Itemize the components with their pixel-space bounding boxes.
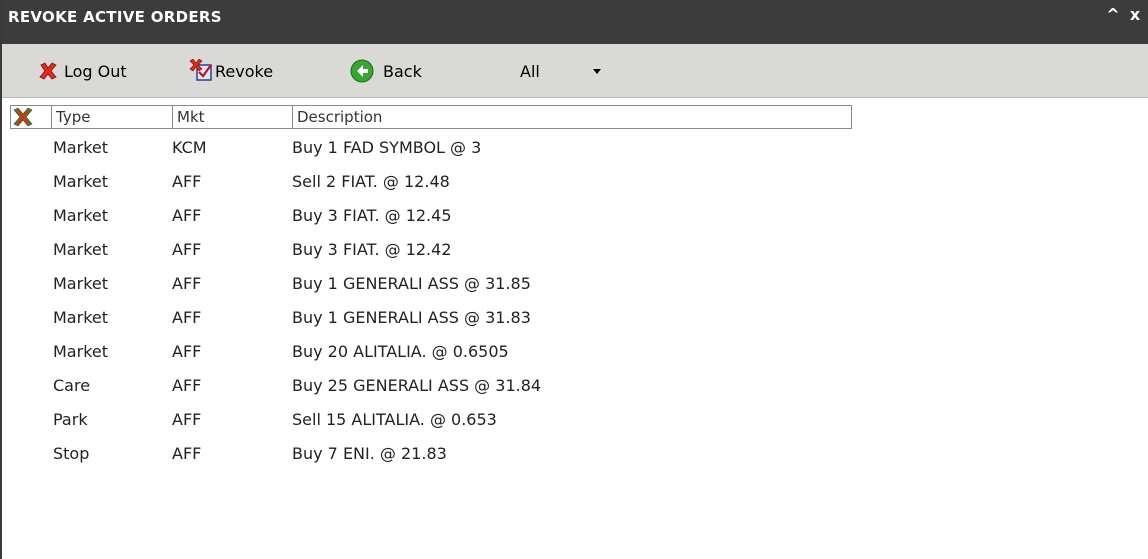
- cell-type: Market: [53, 308, 108, 327]
- table-row[interactable]: Market AFF Sell 2 FIAT. @ 12.48: [2, 168, 1148, 202]
- revoke-orders-window: REVOKE ACTIVE ORDERS ^ x Log Out Revoke …: [0, 0, 1148, 559]
- revoke-all-icon[interactable]: [13, 108, 33, 126]
- cell-mkt: AFF: [172, 376, 202, 395]
- cell-description: Buy 7 ENI. @ 21.83: [292, 444, 447, 463]
- revoke-label: Revoke: [215, 61, 274, 81]
- orders-list: Market KCM Buy 1 FAD SYMBOL @ 3 Market A…: [2, 134, 1148, 474]
- column-header-description[interactable]: Description: [292, 106, 851, 128]
- cell-mkt: AFF: [172, 206, 202, 225]
- cell-mkt: AFF: [172, 342, 202, 361]
- red-x-icon: [39, 62, 57, 80]
- cell-mkt: AFF: [172, 410, 202, 429]
- cell-type: Market: [53, 172, 108, 191]
- toolbar: Log Out Revoke Back All: [2, 44, 1148, 98]
- cell-type: Market: [53, 138, 108, 157]
- order-filter-select[interactable]: All: [520, 58, 610, 84]
- cell-type: Market: [53, 240, 108, 259]
- cell-description: Sell 2 FIAT. @ 12.48: [292, 172, 450, 191]
- cell-mkt: AFF: [172, 444, 202, 463]
- cell-description: Buy 1 FAD SYMBOL @ 3: [292, 138, 482, 157]
- cell-mkt: AFF: [172, 308, 202, 327]
- column-header-type-label: Type: [56, 108, 91, 126]
- cell-description: Sell 15 ALITALIA. @ 0.653: [292, 410, 497, 429]
- cell-description: Buy 1 GENERALI ASS @ 31.83: [292, 308, 531, 327]
- cell-mkt: AFF: [172, 240, 202, 259]
- back-label: Back: [383, 61, 422, 81]
- column-header-description-label: Description: [297, 108, 383, 126]
- back-button[interactable]: Back: [350, 58, 422, 84]
- cell-type: Stop: [53, 444, 90, 463]
- revoke-button[interactable]: Revoke: [189, 58, 273, 84]
- cell-mkt: AFF: [172, 274, 202, 293]
- logout-button[interactable]: Log Out: [38, 58, 127, 84]
- order-filter-value: All: [520, 61, 540, 81]
- cell-mkt: KCM: [172, 138, 207, 157]
- cell-description: Buy 25 GENERALI ASS @ 31.84: [292, 376, 542, 395]
- cell-description: Buy 1 GENERALI ASS @ 31.85: [292, 274, 531, 293]
- cell-description: Buy 20 ALITALIA. @ 0.6505: [292, 342, 509, 361]
- cell-type: Market: [53, 274, 108, 293]
- window-title: REVOKE ACTIVE ORDERS: [8, 8, 222, 26]
- table-row[interactable]: Park AFF Sell 15 ALITALIA. @ 0.653: [2, 406, 1148, 440]
- table-row[interactable]: Care AFF Buy 25 GENERALI ASS @ 31.84: [2, 372, 1148, 406]
- cell-type: Market: [53, 206, 108, 225]
- cell-description: Buy 3 FIAT. @ 12.42: [292, 240, 452, 259]
- cell-type: Market: [53, 342, 108, 361]
- green-back-arrow-icon: [350, 59, 374, 83]
- column-header-type[interactable]: Type: [51, 106, 172, 128]
- close-button[interactable]: x: [1126, 6, 1144, 24]
- cell-description: Buy 3 FIAT. @ 12.45: [292, 206, 452, 225]
- table-row[interactable]: Market AFF Buy 20 ALITALIA. @ 0.6505: [2, 338, 1148, 372]
- revoke-order-icon: [189, 59, 212, 81]
- title-bar: REVOKE ACTIVE ORDERS ^ x: [2, 0, 1148, 44]
- table-row[interactable]: Market AFF Buy 3 FIAT. @ 12.45: [2, 202, 1148, 236]
- table-row[interactable]: Market KCM Buy 1 FAD SYMBOL @ 3: [2, 134, 1148, 168]
- chevron-down-icon: [593, 69, 601, 74]
- logout-label: Log Out: [64, 61, 127, 81]
- table-row[interactable]: Market AFF Buy 1 GENERALI ASS @ 31.85: [2, 270, 1148, 304]
- column-header-mkt-label: Mkt: [177, 108, 205, 126]
- grid-header: Type Mkt Description: [10, 105, 852, 129]
- cell-type: Park: [53, 410, 88, 429]
- table-row[interactable]: Stop AFF Buy 7 ENI. @ 21.83: [2, 440, 1148, 474]
- column-header-mkt[interactable]: Mkt: [172, 106, 292, 128]
- table-row[interactable]: Market AFF Buy 3 FIAT. @ 12.42: [2, 236, 1148, 270]
- minimize-button[interactable]: ^: [1104, 6, 1122, 24]
- table-row[interactable]: Market AFF Buy 1 GENERALI ASS @ 31.83: [2, 304, 1148, 338]
- cell-type: Care: [53, 376, 91, 395]
- cell-mkt: AFF: [172, 172, 202, 191]
